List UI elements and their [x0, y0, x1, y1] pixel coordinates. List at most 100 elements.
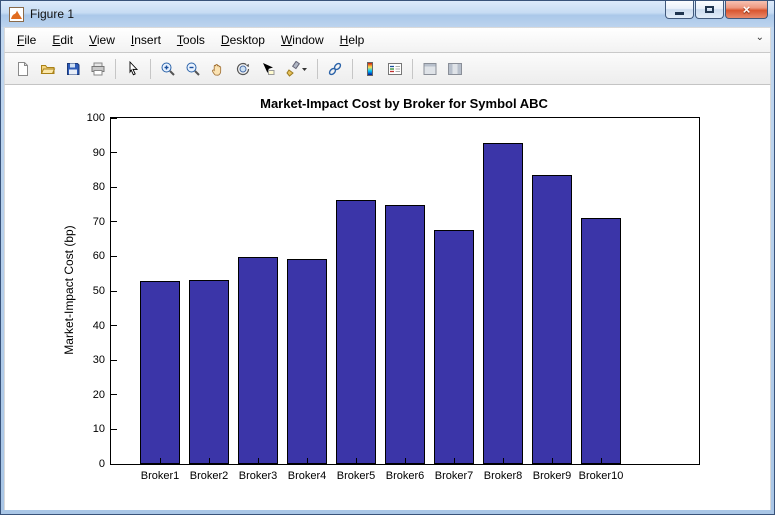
- toolbar-separator: [352, 58, 353, 79]
- figure-window: Figure 1 × File Edit View Insert Tools D…: [0, 0, 775, 515]
- y-tick: [111, 290, 117, 292]
- legend-icon: [388, 62, 402, 75]
- zoom-out-icon: [186, 62, 200, 76]
- y-tick: [111, 152, 117, 154]
- menu-insert[interactable]: Insert: [123, 30, 169, 50]
- save-icon: [67, 62, 80, 75]
- hand-icon: [212, 63, 222, 76]
- print-figure-button[interactable]: [86, 57, 110, 81]
- menu-edit[interactable]: Edit: [44, 30, 81, 50]
- close-icon: ×: [742, 2, 751, 17]
- toolbar-separator: [412, 58, 413, 79]
- y-tick: [111, 255, 117, 257]
- close-button[interactable]: ×: [725, 1, 768, 19]
- y-tick: [111, 221, 117, 223]
- titlebar[interactable]: Figure 1 ×: [1, 1, 774, 27]
- insert-colorbar-button[interactable]: [358, 57, 382, 81]
- pan-button[interactable]: [206, 57, 230, 81]
- x-tick: [552, 458, 553, 464]
- link-plot-button[interactable]: [323, 57, 347, 81]
- chevron-down-icon[interactable]: ⌄: [756, 32, 764, 43]
- zoom-out-button[interactable]: [181, 57, 205, 81]
- show-plot-tools-icon: [448, 62, 462, 75]
- brush-icon: [286, 60, 301, 77]
- brush-dropdown-caret-icon: [302, 67, 307, 71]
- y-tick: [111, 428, 117, 430]
- data-cursor-button[interactable]: [256, 57, 280, 81]
- y-tick: [111, 117, 117, 119]
- x-tick: [503, 458, 504, 464]
- new-figure-icon: [18, 61, 28, 76]
- brush-button[interactable]: [281, 57, 312, 81]
- y-tick: [111, 186, 117, 188]
- y-tick-label: 100: [86, 112, 105, 124]
- y-tick: [111, 359, 117, 361]
- y-tick: [111, 325, 117, 327]
- bar: [287, 259, 327, 464]
- x-tick: [454, 458, 455, 464]
- data-cursor-icon: [263, 62, 275, 75]
- minimize-icon: [675, 12, 684, 15]
- hide-plot-tools-button[interactable]: [418, 57, 442, 81]
- y-tick-label: 90: [92, 146, 105, 159]
- y-tick: [111, 394, 117, 396]
- save-figure-button[interactable]: [61, 57, 85, 81]
- minimize-button[interactable]: [665, 1, 694, 19]
- maximize-button[interactable]: [695, 1, 724, 19]
- bar: [385, 205, 425, 464]
- bar: [189, 279, 229, 464]
- x-tick: [209, 458, 210, 464]
- x-tick: [307, 458, 308, 464]
- printer-icon: [91, 62, 105, 75]
- window-title: Figure 1: [30, 7, 75, 21]
- chart-title: Market-Impact Cost by Broker for Symbol …: [260, 96, 548, 111]
- toolbar-separator: [115, 58, 116, 79]
- toolbar: [4, 53, 771, 85]
- axes: 0 10 20 30 40 50 60 70 80 90 100 Broker1 Broker2 Brok…: [87, 112, 700, 482]
- bar: [336, 200, 376, 464]
- y-tick-label: 30: [92, 354, 105, 367]
- menu-desktop[interactable]: Desktop: [213, 30, 273, 50]
- y-tick-label: 60: [92, 250, 105, 263]
- figure-canvas: Market-Impact Cost by Broker for Symbol …: [4, 85, 771, 510]
- menu-view[interactable]: View: [81, 30, 123, 50]
- toolbar-separator: [150, 58, 151, 79]
- pointer-icon: [129, 60, 139, 75]
- maximize-icon: [705, 6, 714, 13]
- bar: [238, 257, 278, 464]
- x-tick-label: Broker10: [578, 470, 624, 482]
- x-tick: [356, 458, 357, 464]
- y-tick-label: 0: [98, 458, 105, 470]
- matlab-figure-icon: [9, 6, 24, 22]
- edit-plot-button[interactable]: [121, 57, 145, 81]
- x-tick: [258, 458, 259, 464]
- open-file-button[interactable]: [36, 57, 60, 81]
- bar: [434, 230, 474, 464]
- zoom-in-button[interactable]: [156, 57, 180, 81]
- link-plot-icon: [328, 62, 342, 75]
- y-tick-label: 80: [92, 181, 105, 194]
- x-tick: [405, 458, 406, 464]
- open-folder-icon: [40, 64, 56, 74]
- bar: [140, 281, 180, 464]
- menu-file[interactable]: File: [9, 30, 44, 50]
- window-controls: ×: [664, 1, 768, 19]
- rotate-3d-button[interactable]: [231, 57, 255, 81]
- show-plot-tools-button[interactable]: [443, 57, 467, 81]
- new-figure-button[interactable]: [11, 57, 35, 81]
- x-tick: [160, 458, 161, 464]
- menu-help[interactable]: Help: [332, 30, 373, 50]
- menubar: File Edit View Insert Tools Desktop Wind…: [4, 27, 771, 53]
- bar: [581, 218, 621, 464]
- bar: [532, 175, 572, 464]
- toolbar-separator: [317, 58, 318, 79]
- y-tick-label: 70: [92, 215, 105, 228]
- rotate-3d-icon: [236, 62, 250, 75]
- y-tick-label: 40: [92, 319, 105, 332]
- y-tick: [111, 463, 117, 465]
- menu-window[interactable]: Window: [273, 30, 332, 50]
- x-tick: [601, 458, 602, 464]
- insert-legend-button[interactable]: [383, 57, 407, 81]
- y-tick-label: 50: [92, 285, 105, 297]
- menu-tools[interactable]: Tools: [169, 30, 213, 50]
